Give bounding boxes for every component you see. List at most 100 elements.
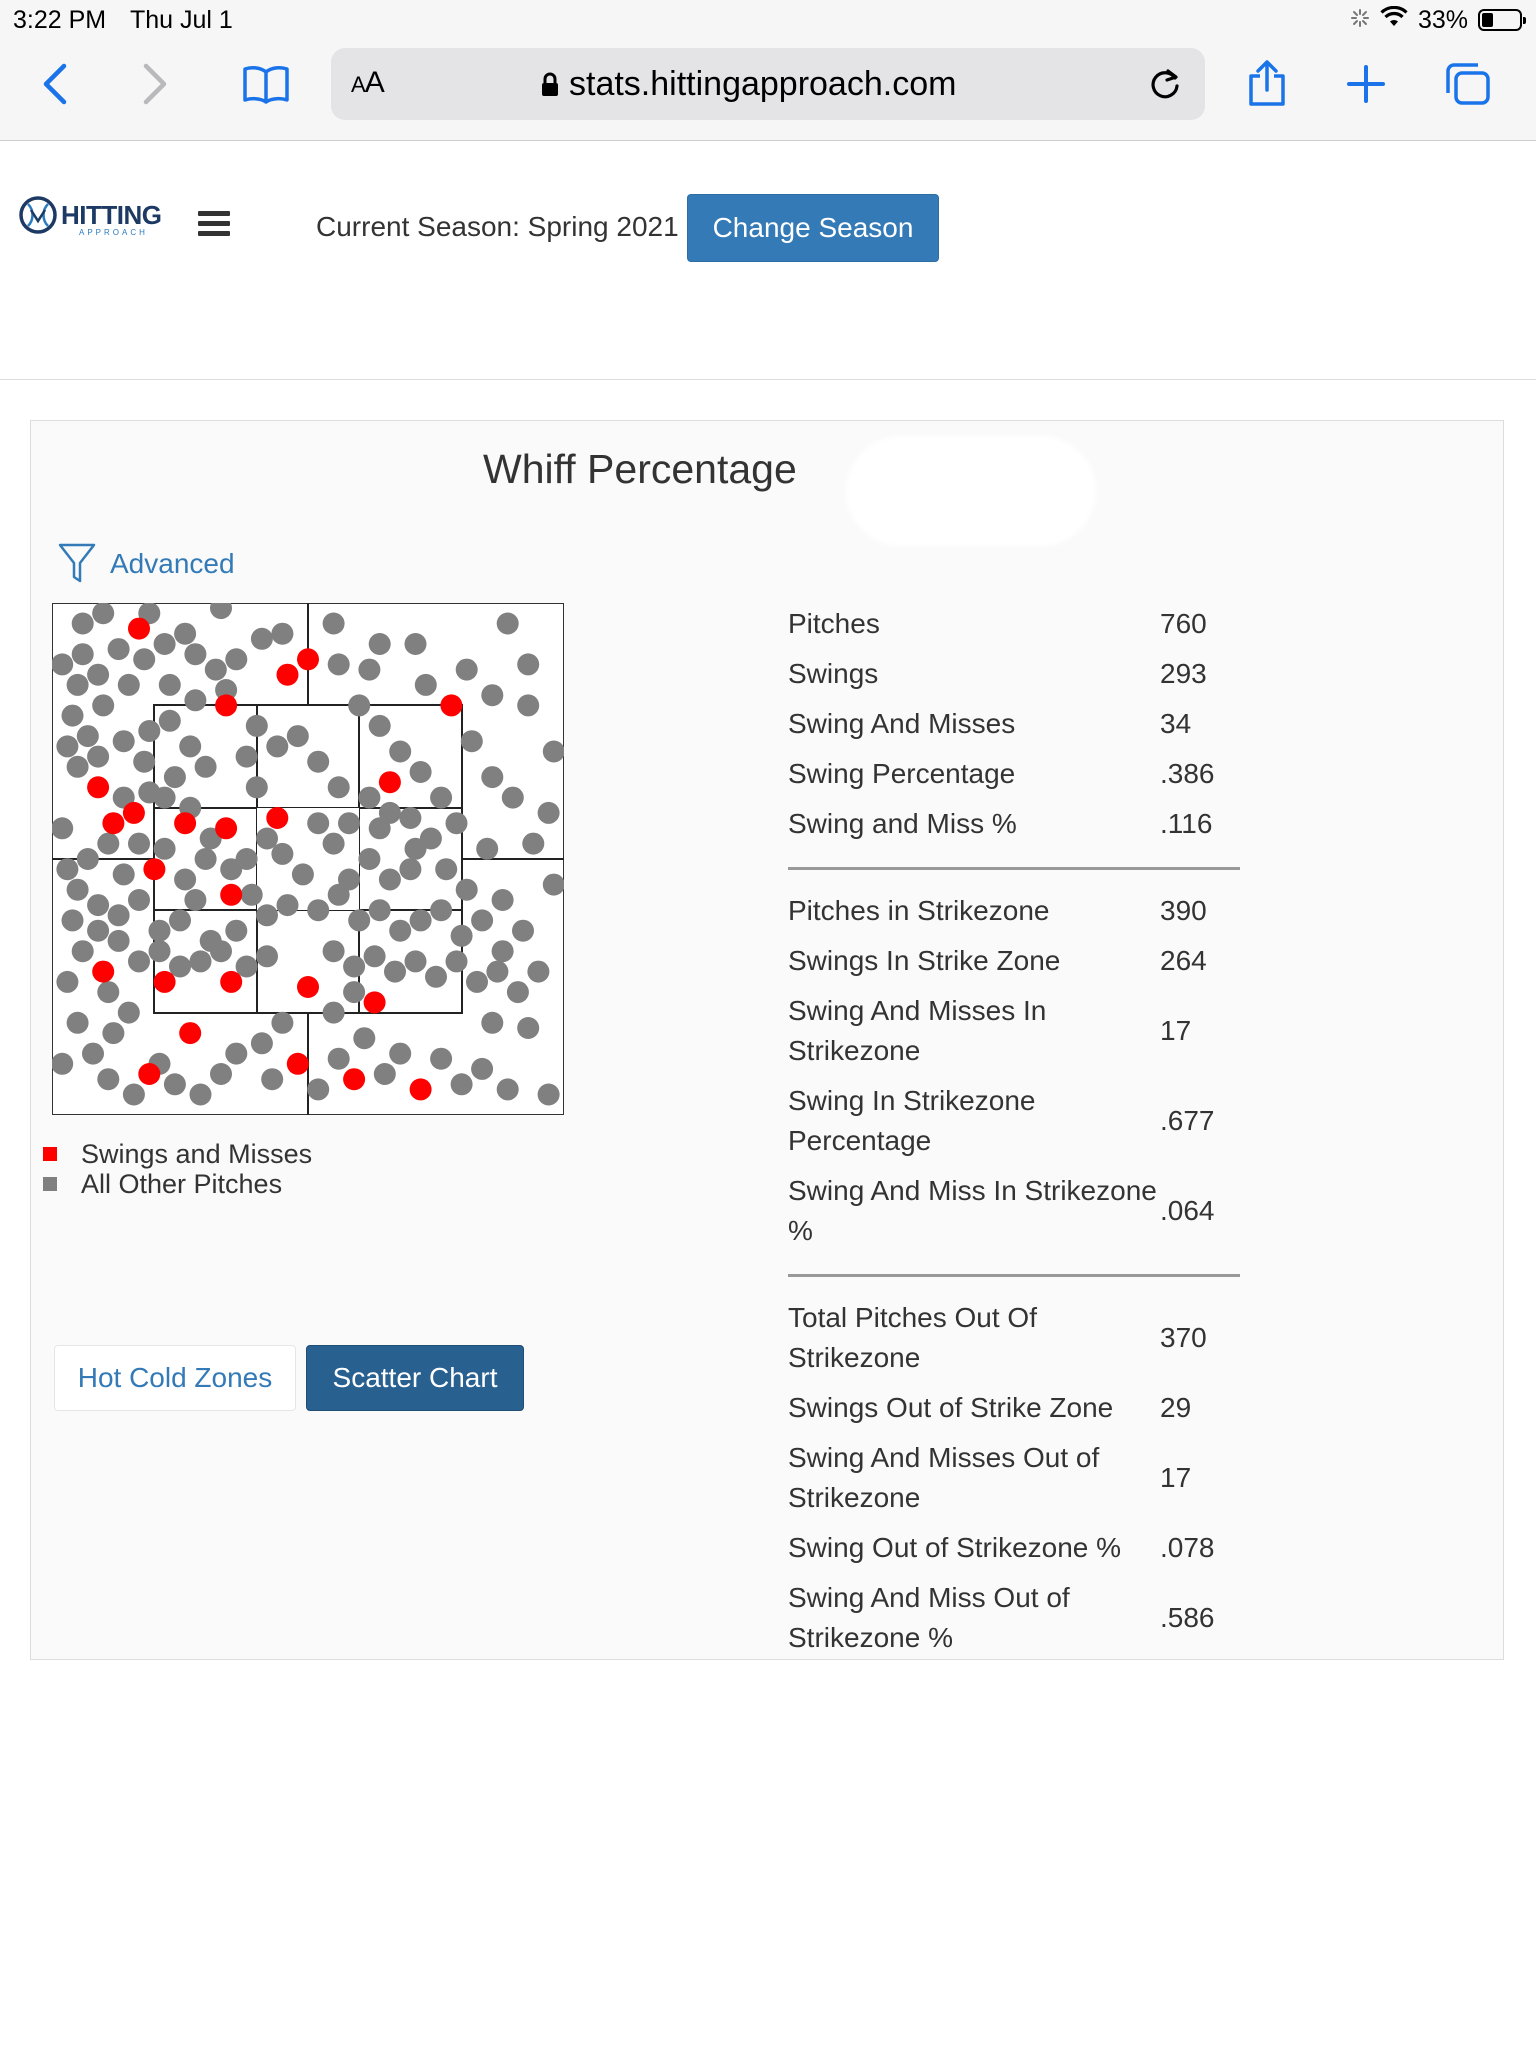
pitch-point-other (271, 1011, 294, 1034)
stats-divider (788, 867, 1240, 870)
stat-label: Swing And Misses Out of Strikezone (788, 1442, 1100, 1513)
change-season-button[interactable]: Change Season (687, 194, 939, 262)
pitch-point-other (481, 1011, 504, 1034)
pitch-point-other (210, 940, 232, 963)
baseball-logo-icon (19, 196, 57, 234)
pitch-point-other (404, 633, 427, 655)
pitch-point-other (97, 1068, 120, 1091)
pitch-point-other (87, 894, 110, 917)
scatter-chart-button[interactable]: Scatter Chart (306, 1345, 524, 1411)
pitch-point-other (97, 981, 120, 1004)
share-button[interactable] (1239, 56, 1295, 112)
pitch-point-other (128, 889, 150, 911)
pitch-point-swing-miss (286, 1052, 309, 1075)
stat-label: Swing and Miss % (788, 808, 1017, 839)
pitch-point-other (61, 704, 84, 727)
pitch-point-other (338, 812, 360, 835)
pitch-point-swing-miss (215, 694, 238, 717)
pitch-point-other (169, 909, 191, 932)
pitch-point-other (128, 950, 150, 973)
pitch-point-swing-miss (102, 812, 125, 835)
stat-value: .078 (1160, 1532, 1215, 1563)
pitch-scatter-chart (52, 603, 564, 1115)
pitch-point-other (66, 755, 89, 778)
pitch-point-swing-miss (297, 648, 319, 671)
pitch-point-swing-miss (297, 976, 319, 998)
pitch-point-other (92, 694, 115, 717)
pitch-point-other (148, 940, 171, 963)
pitch-point-swing-miss (87, 776, 110, 799)
pitch-point-other (158, 673, 181, 696)
pitch-point-other (189, 950, 212, 973)
text-size-button[interactable]: AA (351, 66, 385, 100)
forward-button[interactable] (127, 56, 183, 112)
pitch-point-swing-miss (343, 1068, 366, 1091)
pitch-point-swing-miss (220, 883, 243, 906)
pitch-point-other (76, 725, 99, 748)
pitch-point-other (471, 909, 494, 932)
hot-cold-zones-button[interactable]: Hot Cold Zones (54, 1345, 296, 1411)
pitch-point-swing-miss (363, 991, 386, 1014)
stat-row: Swing And Misses 34 (788, 699, 1268, 749)
menu-icon[interactable] (198, 211, 230, 237)
back-button[interactable] (27, 56, 83, 112)
pitch-point-other (389, 740, 412, 763)
pitch-point-other (71, 643, 94, 666)
pitch-point-other (353, 1027, 376, 1050)
pitch-point-other (399, 858, 422, 881)
pitch-point-other (322, 1001, 345, 1024)
pitch-point-other (56, 970, 79, 993)
pitch-point-other (384, 960, 406, 983)
pitch-point-other (52, 1052, 74, 1075)
bookmarks-button[interactable] (238, 56, 294, 112)
pitch-point-other (430, 786, 453, 809)
stat-label: Swing Percentage (788, 758, 1016, 789)
pitch-point-other (266, 735, 289, 758)
pitch-point-other (348, 909, 371, 932)
pitch-point-other (174, 622, 197, 645)
pitch-point-other (327, 1047, 350, 1070)
new-tab-button[interactable] (1338, 56, 1394, 112)
stat-label: Total Pitches Out Of Strikezone (788, 1302, 1037, 1373)
address-bar[interactable]: AA stats.hittingapproach.com (331, 48, 1205, 120)
pitch-point-other (148, 919, 171, 942)
pitch-point-other (271, 842, 294, 865)
chevron-right-icon (143, 63, 167, 105)
site-logo[interactable]: HITTING APPROACH (18, 195, 162, 237)
pitch-point-other (117, 673, 140, 696)
pitch-point-other (194, 755, 217, 778)
legend-item-other-pitches: All Other Pitches (43, 1169, 312, 1199)
pitch-point-swing-miss (92, 960, 115, 983)
pitch-point-other (107, 638, 130, 661)
pitch-point-other (225, 919, 248, 942)
book-icon (243, 66, 289, 104)
stat-value: 29 (1160, 1392, 1192, 1423)
pitch-point-other (491, 889, 514, 911)
pitch-point-other (506, 981, 529, 1004)
pitch-point-other (210, 1063, 232, 1085)
advanced-label: Advanced (110, 548, 235, 579)
pitch-point-swing-miss (138, 1063, 161, 1085)
pitch-point-other (517, 653, 540, 676)
pitch-point-other (225, 648, 248, 671)
stat-row: Swings In Strike Zone 264 (788, 936, 1268, 986)
plus-icon (1347, 65, 1385, 103)
pitch-point-swing-miss (215, 817, 238, 840)
stat-row: Swings Out of Strike Zone 29 (788, 1383, 1268, 1433)
pitch-point-other (163, 1073, 186, 1096)
tabs-button[interactable] (1440, 56, 1496, 112)
pitch-point-other (291, 863, 314, 886)
pitch-point-other (430, 1047, 453, 1070)
pitch-point-other (82, 1042, 104, 1065)
pitch-point-other (537, 801, 560, 824)
pitch-point-other (307, 1078, 330, 1101)
pitch-point-other (542, 740, 564, 763)
stat-label: Swing And Miss In Strikezone % (788, 1175, 1157, 1246)
reload-button[interactable] (1139, 58, 1191, 110)
advanced-filter-link[interactable]: Advanced (58, 543, 235, 585)
pitch-point-other (445, 950, 468, 973)
pitch-point-other (107, 929, 130, 952)
pitch-point-other (184, 643, 207, 666)
url-display[interactable]: stats.hittingapproach.com (541, 65, 956, 104)
stat-row: Swing Out of Strikezone % .078 (788, 1523, 1268, 1573)
